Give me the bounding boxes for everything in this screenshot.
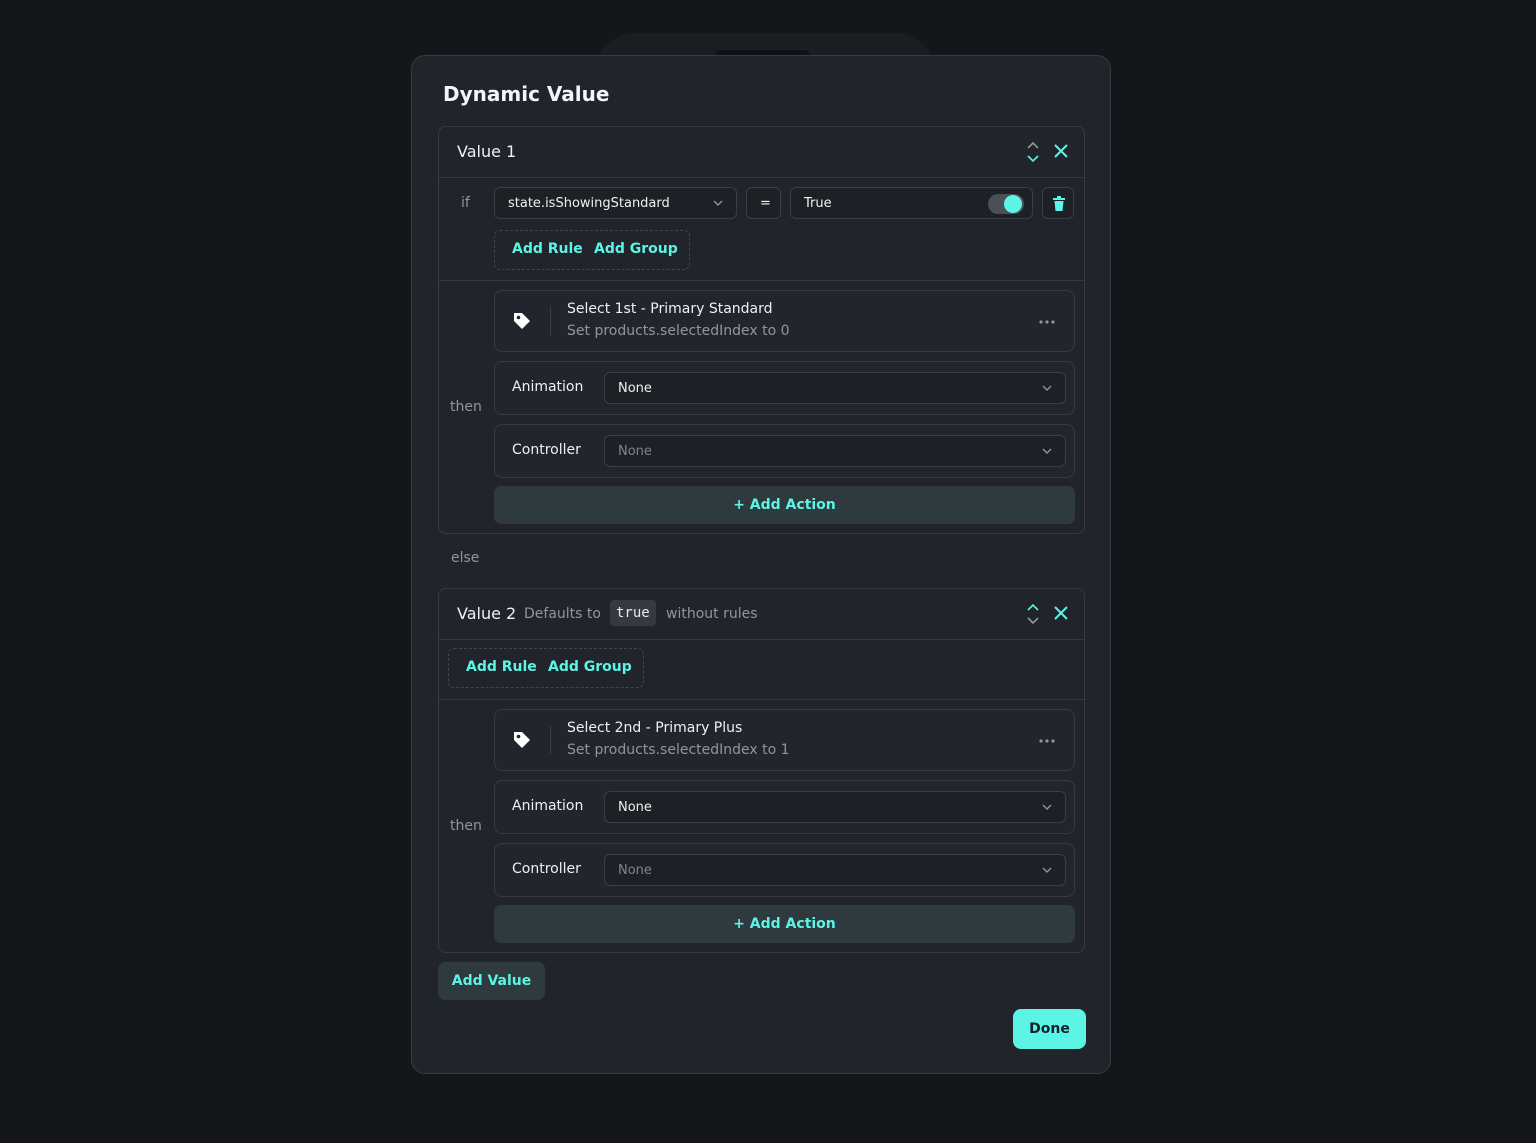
close-icon[interactable] bbox=[1054, 144, 1068, 158]
animation-label: Animation bbox=[512, 798, 584, 814]
value-1-card: Value 1 if state.isShowingStandard = Tru… bbox=[438, 126, 1085, 534]
controller-select[interactable]: None bbox=[604, 854, 1066, 886]
add-rule-button[interactable]: Add Rule bbox=[466, 659, 537, 675]
done-button[interactable]: Done bbox=[1013, 1009, 1086, 1049]
value-2-title: Value 2 bbox=[457, 604, 517, 623]
controller-row: Controller None bbox=[494, 424, 1075, 478]
action-item[interactable]: Select 1st - Primary Standard Set produc… bbox=[494, 290, 1075, 352]
more-icon[interactable] bbox=[1038, 738, 1056, 744]
animation-value: None bbox=[618, 381, 652, 396]
add-rule-button[interactable]: Add Rule bbox=[512, 241, 583, 257]
separator bbox=[550, 307, 551, 335]
action-title: Select 2nd - Primary Plus bbox=[567, 720, 743, 736]
animation-row: Animation None bbox=[494, 780, 1075, 834]
value-2-card: Value 2 Defaults to true without rules A… bbox=[438, 588, 1085, 953]
divider bbox=[439, 699, 1084, 700]
chevron-down-icon bbox=[1042, 804, 1052, 810]
toggle-knob bbox=[1004, 195, 1022, 213]
add-action-button[interactable]: + Add Action bbox=[494, 486, 1075, 524]
separator bbox=[550, 726, 551, 754]
chevron-down-icon bbox=[713, 200, 723, 206]
tag-icon bbox=[514, 732, 530, 748]
action-item[interactable]: Select 2nd - Primary Plus Set products.s… bbox=[494, 709, 1075, 771]
action-title: Select 1st - Primary Standard bbox=[567, 301, 773, 317]
reorder-icon[interactable] bbox=[1026, 141, 1040, 163]
else-label: else bbox=[451, 550, 480, 566]
add-group-button[interactable]: Add Group bbox=[594, 241, 678, 257]
value-1-title: Value 1 bbox=[457, 142, 517, 161]
defaults-code: true bbox=[610, 600, 656, 626]
rule-actions-box: Add Rule Add Group bbox=[494, 230, 690, 270]
value-2-header: Value 2 Defaults to true without rules bbox=[439, 589, 1084, 640]
condition-operator-value: = bbox=[760, 196, 771, 211]
delete-rule-button[interactable] bbox=[1042, 187, 1074, 219]
condition-operator-select[interactable]: = bbox=[746, 187, 781, 219]
close-icon[interactable] bbox=[1054, 606, 1068, 620]
defaults-suffix: without rules bbox=[666, 606, 758, 622]
condition-value-field[interactable]: True bbox=[790, 187, 1033, 219]
controller-placeholder: None bbox=[618, 863, 652, 878]
trash-icon bbox=[1053, 196, 1065, 211]
controller-row: Controller None bbox=[494, 843, 1075, 897]
condition-value-text: True bbox=[804, 196, 832, 211]
action-description: Set products.selectedIndex to 0 bbox=[567, 323, 790, 339]
tag-icon bbox=[514, 313, 530, 329]
animation-row: Animation None bbox=[494, 361, 1075, 415]
animation-select[interactable]: None bbox=[604, 791, 1066, 823]
reorder-icon[interactable] bbox=[1026, 603, 1040, 625]
animation-value: None bbox=[618, 800, 652, 815]
more-icon[interactable] bbox=[1038, 319, 1056, 325]
value-1-header: Value 1 bbox=[439, 127, 1084, 178]
modal-title: Dynamic Value bbox=[443, 82, 610, 106]
controller-placeholder: None bbox=[618, 444, 652, 459]
chevron-down-icon bbox=[1042, 867, 1052, 873]
then-label: then bbox=[450, 399, 482, 415]
action-description: Set products.selectedIndex to 1 bbox=[567, 742, 790, 758]
condition-value-toggle[interactable] bbox=[988, 194, 1024, 214]
animation-label: Animation bbox=[512, 379, 584, 395]
animation-select[interactable]: None bbox=[604, 372, 1066, 404]
dynamic-value-modal: Dynamic Value Value 1 if state.isShowing… bbox=[411, 55, 1111, 1074]
chevron-down-icon bbox=[1042, 385, 1052, 391]
condition-variable-value: state.isShowingStandard bbox=[508, 196, 670, 211]
add-action-button[interactable]: + Add Action bbox=[494, 905, 1075, 943]
add-group-button[interactable]: Add Group bbox=[548, 659, 632, 675]
chevron-down-icon bbox=[1042, 448, 1052, 454]
defaults-prefix: Defaults to bbox=[524, 606, 601, 622]
add-value-button[interactable]: Add Value bbox=[438, 962, 545, 1000]
then-label: then bbox=[450, 818, 482, 834]
controller-label: Controller bbox=[512, 861, 581, 877]
if-label: if bbox=[461, 195, 470, 211]
controller-label: Controller bbox=[512, 442, 581, 458]
controller-select[interactable]: None bbox=[604, 435, 1066, 467]
divider bbox=[439, 280, 1084, 281]
rule-actions-box: Add Rule Add Group bbox=[448, 648, 644, 688]
condition-variable-select[interactable]: state.isShowingStandard bbox=[494, 187, 737, 219]
